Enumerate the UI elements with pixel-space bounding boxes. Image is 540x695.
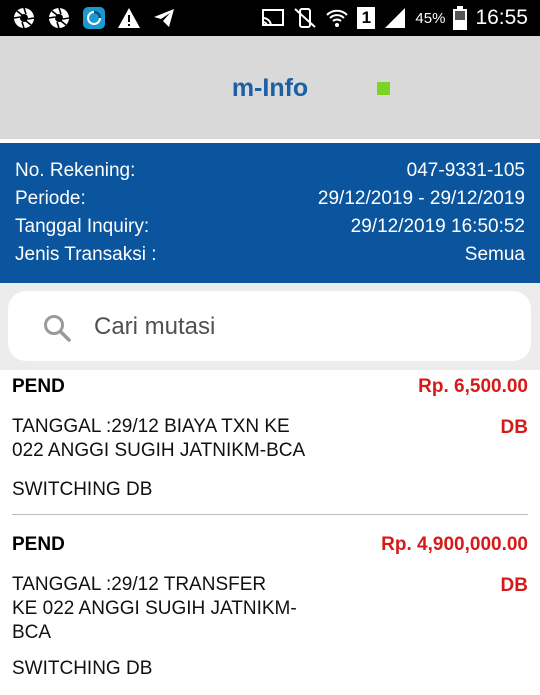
signal-icon	[385, 8, 406, 28]
account-number-value: 047-9331-105	[406, 160, 525, 181]
account-info-panel: No. Rekening: 047-9331-105 Periode: 29/1…	[0, 143, 540, 283]
status-bar: 1 45% 16:55	[0, 0, 540, 36]
system-icons: 1 45% 16:55	[261, 0, 528, 36]
cast-icon	[262, 9, 285, 27]
period-value: 29/12/2019 - 29/12/2019	[317, 188, 525, 209]
period-label: Periode:	[15, 188, 86, 209]
account-number-row: No. Rekening: 047-9331-105	[15, 157, 525, 185]
inquiry-date-row: Tanggal Inquiry: 29/12/2019 16:50:52	[15, 213, 525, 241]
transaction-type-row: Jenis Transaksi : Semua	[15, 241, 525, 269]
period-row: Periode: 29/12/2019 - 29/12/2019	[15, 185, 525, 213]
aperture-icon	[13, 7, 35, 29]
page-title: m-Info	[231, 74, 309, 102]
connection-status-indicator	[377, 82, 390, 95]
transaction-debit-credit: DB	[500, 417, 528, 438]
transaction-status: PEND	[12, 534, 65, 555]
transaction-code: SWITCHING DB	[12, 479, 153, 500]
mute-vibrate-icon	[294, 8, 317, 28]
wifi-icon	[326, 9, 349, 27]
transaction-code: SWITCHING DB	[12, 658, 153, 679]
search-area	[0, 283, 540, 370]
transaction-status: PEND	[12, 376, 65, 397]
transaction-list: PEND Rp. 6,500.00 TANGGAL :29/12 BIAYA T…	[0, 370, 540, 695]
transaction-amount: Rp. 6,500.00	[418, 376, 528, 397]
transaction-type-label: Jenis Transaksi :	[15, 244, 157, 265]
transaction-item[interactable]: PEND Rp. 6,500.00 TANGGAL :29/12 BIAYA T…	[0, 370, 540, 515]
battery-icon	[453, 6, 468, 30]
search-icon	[44, 315, 71, 342]
inquiry-date-label: Tanggal Inquiry:	[15, 216, 150, 237]
sim-icon: 1	[357, 7, 376, 29]
app-icon	[83, 7, 105, 29]
inquiry-date-value: 29/12/2019 16:50:52	[350, 216, 525, 237]
transaction-item[interactable]: PEND Rp. 4,900,000.00 TANGGAL :29/12 TRA…	[0, 515, 540, 695]
warning-icon	[118, 8, 140, 28]
battery-percent: 45%	[415, 9, 446, 27]
clock: 16:55	[475, 6, 528, 29]
transaction-type-value: Semua	[464, 244, 525, 265]
app-header: m-Info	[0, 36, 540, 139]
search-input[interactable]	[92, 305, 516, 349]
transaction-amount: Rp. 4,900,000.00	[381, 534, 528, 555]
account-number-label: No. Rekening:	[15, 160, 136, 181]
send-icon	[154, 9, 174, 27]
search-box[interactable]	[8, 291, 531, 361]
transaction-debit-credit: DB	[500, 575, 528, 596]
aperture-icon	[48, 7, 70, 29]
notification-icons	[12, 6, 176, 30]
transaction-description: TANGGAL :29/12 TRANSFER KE 022 ANGGI SUG…	[12, 574, 297, 643]
transaction-description: TANGGAL :29/12 BIAYA TXN KE 022 ANGGI SU…	[12, 416, 306, 461]
